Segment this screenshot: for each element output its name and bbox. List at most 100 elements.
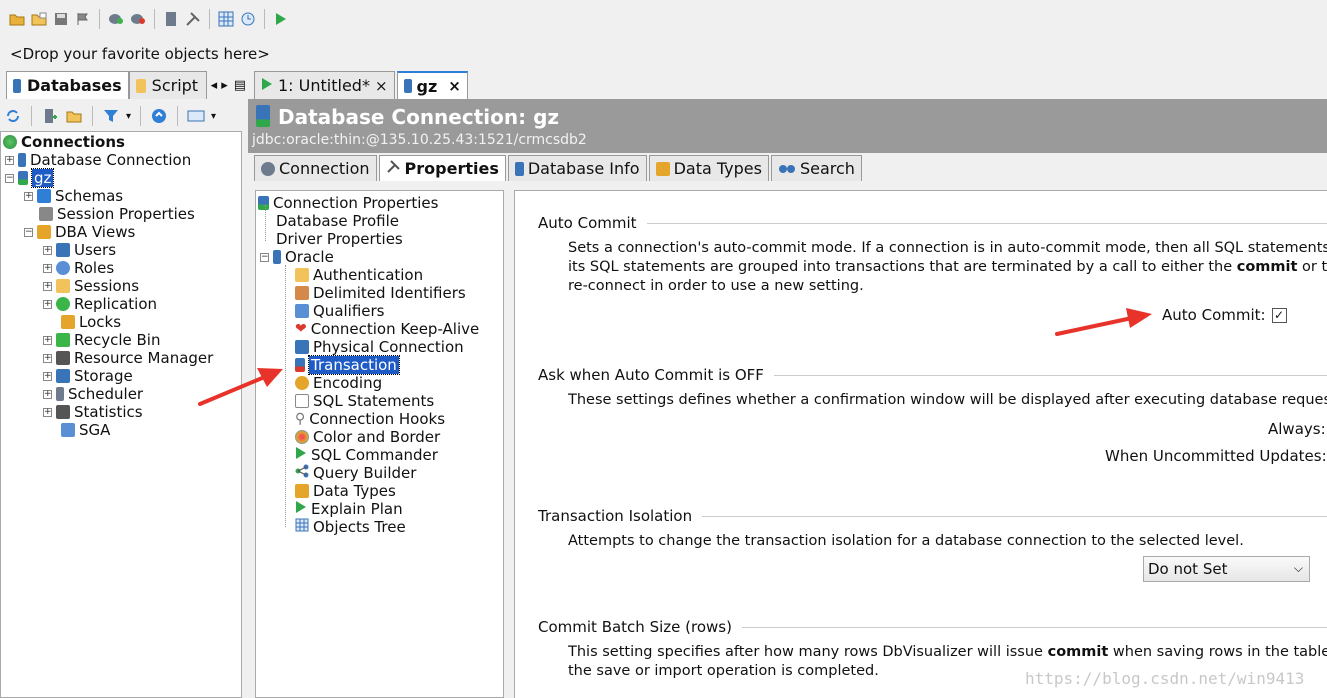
expand-icon[interactable]: + [43,245,52,255]
tree-item-session-properties[interactable]: Session Properties [39,205,195,223]
tree-item-database-connection[interactable]: + Database Connection [5,151,191,169]
tree-item-statistics[interactable]: + Statistics [43,403,143,421]
tree-connections-root[interactable]: Connections [3,133,125,151]
props-item-connection-keep-alive[interactable]: ❤ Connection Keep-Alive [295,320,479,338]
tab-data-types[interactable]: Data Types [648,155,769,181]
props-item-color-and-border[interactable]: Color and Border [295,428,440,446]
flag-icon[interactable] [74,10,92,28]
props-item-connection-properties[interactable]: Connection Properties [258,194,438,212]
table-icon[interactable] [217,10,235,28]
tab-connection[interactable]: Connection [254,155,377,181]
tab-databases[interactable]: Databases [6,71,129,99]
tree-item-locks[interactable]: Locks [61,313,121,331]
databases-tree[interactable]: Connections + Database Connection − gz +… [0,131,242,698]
close-icon[interactable]: × [375,77,388,95]
expand-icon[interactable]: + [43,281,52,291]
tree-item-dba-views[interactable]: − DBA Views [24,223,135,241]
new-folder-icon[interactable] [65,107,83,125]
tab-database-info[interactable]: Database Info [507,155,647,181]
props-item-explain-plan[interactable]: Explain Plan [295,500,403,518]
props-item-encoding[interactable]: Encoding [295,374,382,392]
tree-item-schemas[interactable]: + Schemas [24,187,123,205]
tab-prev-icon[interactable]: ◂ [211,78,218,93]
expand-icon[interactable]: + [24,191,33,201]
expand-icon[interactable]: + [43,299,52,309]
props-item-connection-hooks[interactable]: ⚲ Connection Hooks [295,410,445,428]
tree-item-sga[interactable]: SGA [61,421,110,439]
tree-item-roles[interactable]: + Roles [43,259,114,277]
tree-item-sessions[interactable]: + Sessions [43,277,139,295]
props-item-authentication[interactable]: Authentication [295,266,423,284]
transaction-isolation-select[interactable]: Do not Set ⌵ [1143,556,1310,582]
props-item-sql-commander[interactable]: SQL Commander [295,446,438,464]
tree-toolbar: ▾ ▾ [0,101,242,131]
section-auto-commit-title: Auto Commit [538,214,1327,232]
tree-item-resource-manager[interactable]: + Resource Manager [43,349,213,367]
tab-gz[interactable]: gz × [396,71,468,99]
tree-item-users[interactable]: + Users [43,241,116,259]
database-icon[interactable] [162,10,180,28]
expand-icon[interactable]: + [43,335,52,345]
filter-dropdown-icon[interactable]: ▾ [126,111,131,122]
props-item-transaction[interactable]: Transaction [295,355,400,375]
favorites-bar-text: <Drop your favorite objects here> [10,45,270,63]
expand-icon[interactable]: + [5,155,14,165]
expand-icon[interactable]: + [43,389,52,399]
tab-properties[interactable]: Properties [378,155,506,181]
favorites-bar[interactable]: <Drop your favorite objects here> [0,40,1327,68]
connection-sub-tabs: Connection Properties Database Info Data… [254,155,862,181]
close-icon[interactable]: × [448,77,461,95]
open-folder-icon[interactable] [8,10,26,28]
connected-database-icon [256,105,270,127]
props-item-driver-properties[interactable]: Driver Properties [276,230,403,248]
filter-icon[interactable] [102,107,120,125]
tab-script[interactable]: Script [128,71,207,99]
props-item-query-builder[interactable]: Query Builder [295,464,416,482]
tab-search[interactable]: Search [770,155,862,181]
tree-item-replication[interactable]: + Replication [43,295,157,313]
disconnect-icon[interactable] [129,10,147,28]
tree-item-gz[interactable]: − gz [5,168,55,188]
transaction-isolation-description: Attempts to change the transaction isola… [568,533,1244,549]
props-item-database-profile[interactable]: Database Profile [276,212,399,230]
collapse-icon[interactable]: − [260,252,269,262]
save-icon[interactable] [52,10,70,28]
run-icon[interactable] [272,10,290,28]
props-item-oracle[interactable]: − Oracle [260,248,334,266]
props-item-sql-statements[interactable]: SQL Statements [295,392,434,410]
auto-commit-checkbox[interactable]: ✓ [1271,308,1287,323]
tree-item-scheduler[interactable]: + Scheduler [43,385,143,403]
expand-icon[interactable]: + [43,263,52,273]
props-item-delimited-identifiers[interactable]: Delimited Identifiers [295,284,466,302]
folder-icon[interactable] [30,10,48,28]
schemas-icon [37,189,51,203]
props-item-physical-connection[interactable]: Physical Connection [295,338,464,356]
tab-next-icon[interactable]: ▸ [221,78,228,93]
props-item-objects-tree[interactable]: Objects Tree [295,518,406,536]
refresh-icon[interactable] [4,107,22,125]
props-item-qualifiers[interactable]: Qualifiers [295,302,385,320]
transaction-settings-panel: Auto Commit Sets a connection's auto-com… [514,190,1327,698]
connected-database-icon [18,171,28,185]
view-icon[interactable] [187,107,205,125]
tools-icon[interactable] [184,10,202,28]
navigate-icon[interactable] [150,107,168,125]
properties-tree[interactable]: Connection Properties Database Profile D… [255,190,504,698]
statistics-icon [56,405,70,419]
roles-icon [56,261,70,275]
view-dropdown-icon[interactable]: ▾ [211,111,216,122]
tab-list-icon[interactable]: ▤ [234,78,246,93]
new-connection-icon[interactable] [41,107,59,125]
clock-icon[interactable] [239,10,257,28]
collapse-icon[interactable]: − [5,173,14,183]
connect-icon[interactable] [107,10,125,28]
tree-item-storage[interactable]: + Storage [43,367,133,385]
props-item-data-types[interactable]: Data Types [295,482,396,500]
collapse-icon[interactable]: − [24,227,33,237]
expand-icon[interactable]: + [43,407,52,417]
expand-icon[interactable]: + [43,371,52,381]
expand-icon[interactable]: + [43,353,52,363]
encoding-icon [295,376,309,390]
tree-item-recycle-bin[interactable]: + Recycle Bin [43,331,160,349]
tab-untitled[interactable]: 1: Untitled* × [254,71,395,99]
